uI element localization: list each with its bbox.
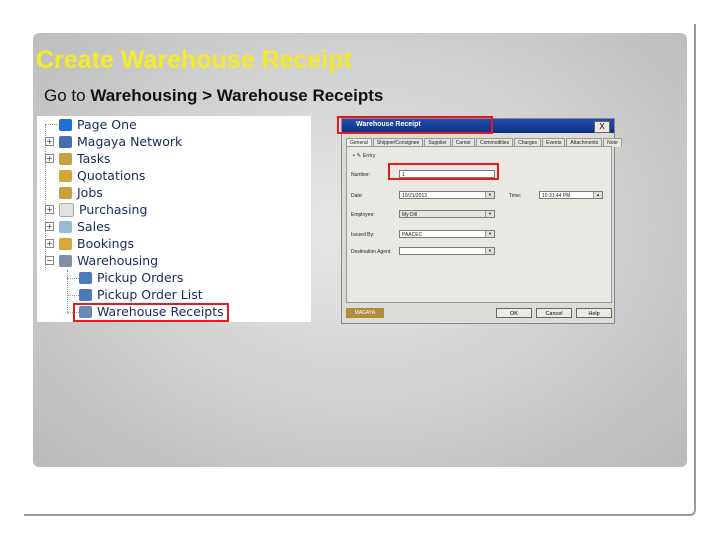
dropdown-icon[interactable]: ▼ bbox=[485, 192, 494, 198]
tree-item-sales[interactable]: + Sales bbox=[45, 218, 111, 235]
tree-item-pickup-orders[interactable]: Pickup Orders bbox=[79, 269, 183, 286]
network-icon bbox=[59, 135, 72, 148]
destination-agent-field[interactable]: ▼ bbox=[399, 247, 495, 255]
employee-label: Employee: bbox=[351, 212, 375, 218]
tree-item-purchasing[interactable]: + Purchasing bbox=[45, 201, 148, 218]
tree-item-quotations[interactable]: Quotations bbox=[59, 167, 145, 184]
quotations-icon bbox=[59, 169, 72, 182]
tree-item-page-one[interactable]: Page One bbox=[59, 116, 137, 133]
time-value: 10:31:44 PM bbox=[542, 193, 571, 199]
tree-item-magaya-network[interactable]: + Magaya Network bbox=[45, 133, 183, 150]
status-badge: MAGAYA bbox=[346, 308, 384, 318]
expand-icon[interactable]: + bbox=[45, 239, 54, 248]
issued-by-label: Issued By: bbox=[351, 232, 375, 238]
tree-item-label: Tasks bbox=[77, 151, 111, 166]
employee-value: My Dill bbox=[402, 212, 417, 218]
expand-icon[interactable]: + bbox=[45, 222, 54, 231]
tree-item-pickup-order-list[interactable]: Pickup Order List bbox=[79, 286, 203, 303]
issued-by-field[interactable]: PAACEC ▼ bbox=[399, 230, 495, 238]
toolbar-entry-label: Entry bbox=[362, 153, 376, 159]
dropdown-icon[interactable]: ▼ bbox=[485, 248, 494, 254]
tree-item-tasks[interactable]: + Tasks bbox=[45, 150, 111, 167]
spinner-icon[interactable]: ▲ bbox=[593, 192, 602, 198]
tree-item-label: Quotations bbox=[77, 168, 146, 183]
tree-item-bookings[interactable]: + Bookings bbox=[45, 235, 134, 252]
warehouse-receipt-dialog: Warehouse Receipt X General Shipper/Cons… bbox=[341, 118, 622, 324]
tree-branch bbox=[45, 124, 57, 125]
tree-item-label: Sales bbox=[77, 219, 111, 234]
subtitle-prefix: Go to bbox=[44, 86, 91, 105]
tree-item-label: Jobs bbox=[77, 185, 103, 200]
expand-icon[interactable]: + bbox=[45, 205, 54, 214]
page-one-icon bbox=[59, 118, 72, 131]
tree-item-label: Purchasing bbox=[79, 202, 148, 217]
employee-field[interactable]: My Dill ▼ bbox=[399, 210, 495, 218]
tree-item-label: Page One bbox=[77, 117, 137, 132]
time-label: Time: bbox=[509, 193, 522, 199]
tree-branch bbox=[67, 278, 79, 279]
purchasing-icon bbox=[59, 202, 74, 217]
date-value: 10/21/2013 bbox=[402, 193, 428, 199]
jobs-icon bbox=[59, 186, 72, 199]
expand-icon[interactable]: + bbox=[45, 154, 54, 163]
dropdown-icon[interactable]: ▼ bbox=[485, 231, 494, 237]
bookings-icon bbox=[59, 237, 72, 250]
pickup-orders-icon bbox=[79, 271, 92, 284]
time-field[interactable]: 10:31:44 PM ▲ bbox=[539, 191, 603, 199]
tree-guide-line bbox=[67, 270, 68, 312]
dialog-title-highlight bbox=[337, 116, 493, 134]
collapse-icon[interactable]: − bbox=[45, 256, 54, 265]
tree-branch bbox=[67, 295, 79, 296]
help-button[interactable]: Help bbox=[576, 308, 612, 318]
sales-icon bbox=[59, 220, 72, 233]
tree-item-warehousing[interactable]: − Warehousing bbox=[45, 252, 159, 269]
navigation-tree: Page One + Magaya Network + Tasks Quotat… bbox=[37, 116, 311, 322]
subtitle-path: Warehousing > Warehouse Receipts bbox=[90, 86, 384, 105]
warehouse-receipts-highlight bbox=[73, 303, 229, 322]
tree-item-label: Pickup Orders bbox=[97, 270, 184, 285]
expand-icon[interactable]: + bbox=[45, 137, 54, 146]
ok-button[interactable]: OK bbox=[496, 308, 532, 318]
cancel-button[interactable]: Cancel bbox=[536, 308, 572, 318]
dropdown-icon[interactable]: ▼ bbox=[485, 211, 494, 217]
date-field[interactable]: 10/21/2013 ▼ bbox=[399, 191, 495, 199]
date-label: Date: bbox=[351, 193, 363, 199]
pickup-order-list-icon bbox=[79, 288, 92, 301]
tree-item-label: Magaya Network bbox=[77, 134, 183, 149]
tree-item-label: Warehousing bbox=[77, 253, 159, 268]
tasks-icon bbox=[59, 152, 72, 165]
destination-agent-label: Destination Agent: bbox=[351, 249, 392, 255]
slide-title: Create Warehouse Receipt bbox=[36, 46, 352, 74]
toolbar-entry[interactable]: ▪ ✎ Entry bbox=[353, 153, 375, 159]
tree-item-label: Bookings bbox=[77, 236, 134, 251]
slide-subtitle: Go to Warehousing > Warehouse Receipts bbox=[44, 86, 383, 106]
tree-item-label: Pickup Order List bbox=[97, 287, 203, 302]
issued-by-value: PAACEC bbox=[402, 232, 423, 238]
warehousing-icon bbox=[59, 254, 72, 267]
close-button[interactable]: X bbox=[594, 121, 610, 133]
number-label: Number: bbox=[351, 172, 371, 178]
number-field-highlight bbox=[388, 163, 499, 180]
tree-item-jobs[interactable]: Jobs bbox=[59, 184, 103, 201]
